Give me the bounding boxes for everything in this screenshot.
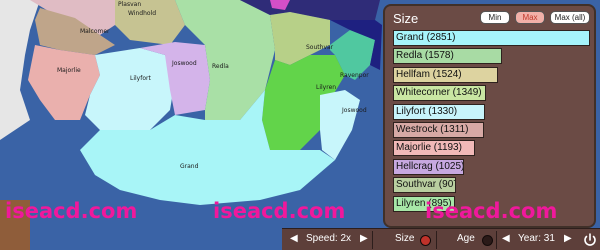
- ranking-row[interactable]: Whitecorner (1349): [393, 85, 486, 102]
- ranking-row[interactable]: Southvar (907): [393, 177, 456, 194]
- ranking-row[interactable]: Majorlie (1193): [393, 140, 475, 157]
- speed-increase-icon[interactable]: ▶: [360, 233, 368, 244]
- city-label: Majorlie: [57, 67, 81, 74]
- rankings-panel: Size Min Max Max (all) Grand (2851) Redla…: [383, 4, 596, 228]
- game-stage: Plasvan Windhold Malcomer Majorlie Lilyf…: [0, 0, 600, 250]
- ranking-row[interactable]: Westrock (1311): [393, 122, 484, 138]
- city-label: Joswood: [342, 107, 367, 114]
- ranking-row[interactable]: Hellcrag (1025): [393, 158, 464, 175]
- power-icon[interactable]: [582, 232, 598, 248]
- divider: [496, 231, 497, 249]
- city-label: Joswood: [172, 60, 197, 67]
- city-label: Lilyren: [316, 84, 337, 91]
- watermark-text: iseacd.com: [5, 199, 138, 223]
- watermark-text: iseacd.com: [213, 199, 346, 223]
- year-back-icon[interactable]: ◀: [502, 233, 510, 244]
- watermark: iseacd.com iseacd.com iseacd.com: [0, 199, 600, 228]
- size-mode-toggle[interactable]: [420, 235, 431, 246]
- max-button[interactable]: Max: [515, 11, 545, 24]
- city-label: Redla: [212, 63, 229, 70]
- city-label: Ravenpor: [340, 72, 369, 79]
- min-button[interactable]: Min: [480, 11, 510, 24]
- ranking-row[interactable]: Lilyfort (1330): [393, 103, 485, 120]
- divider: [372, 231, 373, 249]
- speed-label: Speed: 2x: [306, 233, 352, 244]
- speed-decrease-icon[interactable]: ◀: [290, 233, 298, 244]
- panel-title: Size: [393, 11, 419, 26]
- city-label: Malcomer: [80, 28, 110, 35]
- city-label: Southvar: [306, 44, 334, 51]
- age-mode-label: Age: [457, 233, 475, 244]
- max-all-button[interactable]: Max (all): [550, 11, 590, 24]
- city-label: Windhold: [128, 10, 157, 17]
- age-mode-toggle[interactable]: [482, 235, 493, 246]
- ranking-row[interactable]: Grand (2851): [393, 30, 590, 46]
- year-forward-icon[interactable]: ▶: [564, 233, 572, 244]
- city-label: Lilyfort: [130, 75, 151, 82]
- city-label: Grand: [180, 163, 199, 170]
- watermark-text: iseacd.com: [425, 199, 558, 223]
- bottom-control-bar: ◀ Speed: 2x ▶ Size Age ◀ Year: 31 ▶: [282, 228, 600, 250]
- size-mode-label: Size: [395, 233, 415, 244]
- year-label: Year: 31: [518, 233, 555, 244]
- city-label: Plasvan: [118, 1, 142, 8]
- divider: [436, 231, 437, 249]
- ranking-row[interactable]: Redla (1578): [393, 48, 502, 65]
- ranking-row[interactable]: Hellfam (1524): [393, 66, 498, 83]
